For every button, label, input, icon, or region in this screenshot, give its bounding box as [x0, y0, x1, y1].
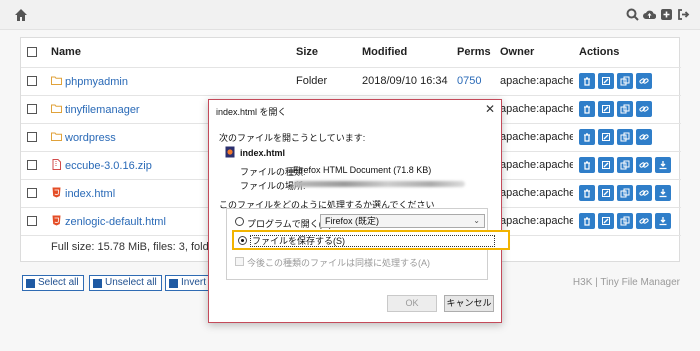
column-header-modified[interactable]: Modified [356, 38, 451, 68]
copy-icon[interactable] [617, 213, 633, 229]
file-name-link[interactable]: phpmyadmin [45, 67, 290, 96]
row-checkbox[interactable] [27, 76, 37, 87]
x-square-icon [93, 278, 102, 288]
unselect-all-button[interactable]: Unselect all [89, 275, 162, 291]
file-source-value-blurred [293, 181, 465, 187]
table-row: phpmyadmin Folder 2018/09/10 16:34 0750 apac… [21, 67, 681, 96]
link-icon[interactable] [636, 73, 652, 89]
copy-icon[interactable] [617, 185, 633, 201]
copy-icon[interactable] [617, 101, 633, 117]
open-with-radio[interactable] [235, 217, 244, 226]
list-icon [169, 278, 178, 288]
dialog-lead-text: 次のファイルを開こうとしています: [219, 133, 366, 143]
column-header-owner[interactable]: Owner [494, 38, 573, 68]
save-file-label[interactable]: ファイルを保存する(S) [250, 235, 495, 247]
select-all-checkbox[interactable] [27, 47, 37, 58]
invert-selection-button[interactable]: Invert [165, 275, 212, 291]
dialog-filename: index.html [240, 148, 286, 158]
rename-icon[interactable] [598, 129, 614, 145]
row-checkbox[interactable] [27, 132, 37, 143]
rename-icon[interactable] [598, 157, 614, 173]
copy-icon[interactable] [617, 129, 633, 145]
save-file-highlight: ファイルを保存する(S) [232, 230, 510, 250]
delete-icon[interactable] [579, 101, 595, 117]
file-owner: apache:apache [494, 67, 573, 96]
file-modified: 2018/09/10 16:34 [356, 67, 451, 96]
row-actions [579, 73, 675, 89]
file-owner: apache:apache [494, 123, 573, 152]
delete-icon[interactable] [579, 185, 595, 201]
rename-icon[interactable] [598, 101, 614, 117]
delete-icon[interactable] [579, 73, 595, 89]
file-owner: apache:apache [494, 95, 573, 124]
footer-credit: H3K | Tiny File Manager [572, 277, 680, 288]
html-file-icon [225, 146, 235, 158]
copy-icon[interactable] [617, 157, 633, 173]
remember-choice-checkbox[interactable] [235, 257, 244, 266]
zip-file-icon [51, 158, 62, 170]
column-header-size[interactable]: Size [290, 38, 356, 68]
column-header-actions: Actions [573, 38, 681, 68]
dialog-title: index.html を開く [216, 107, 287, 117]
save-file-radio[interactable] [238, 236, 247, 245]
download-icon[interactable] [655, 213, 671, 229]
folder-icon [51, 131, 62, 142]
download-icon[interactable] [655, 185, 671, 201]
html-file-icon [51, 187, 62, 198]
top-navbar [0, 0, 700, 30]
row-checkbox[interactable] [27, 104, 37, 115]
row-actions [579, 185, 675, 201]
plus-square-icon[interactable] [660, 8, 673, 21]
rename-icon[interactable] [598, 185, 614, 201]
open-file-dialog: index.html を開く ✕ 次のファイルを開こうとしています: index… [208, 99, 510, 323]
action-group: プログラムで開く(O): Firefox (既定) ⌄ ファイルを保存する(S)… [226, 208, 510, 280]
cancel-button[interactable]: キャンセル [444, 295, 494, 312]
column-header-name[interactable]: Name [45, 38, 290, 68]
row-checkbox[interactable] [27, 216, 37, 227]
download-icon[interactable] [655, 157, 671, 173]
rename-icon[interactable] [598, 213, 614, 229]
folder-icon [51, 103, 62, 114]
file-perms-link[interactable]: 0750 [451, 67, 494, 96]
link-icon[interactable] [636, 213, 652, 229]
row-checkbox[interactable] [27, 160, 37, 171]
file-owner: apache:apache [494, 179, 573, 208]
link-icon[interactable] [636, 157, 652, 173]
row-actions [579, 213, 675, 229]
rename-icon[interactable] [598, 73, 614, 89]
close-icon[interactable]: ✕ [485, 102, 495, 116]
row-actions [579, 129, 675, 145]
delete-icon[interactable] [579, 129, 595, 145]
delete-icon[interactable] [579, 213, 595, 229]
link-icon[interactable] [636, 129, 652, 145]
file-size: Folder [290, 67, 356, 96]
home-icon[interactable] [14, 8, 28, 22]
open-with-select[interactable]: Firefox (既定) ⌄ [320, 214, 485, 228]
table-header-row: Name Size Modified Perms Owner Actions [21, 38, 681, 68]
column-header-perms[interactable]: Perms [451, 38, 494, 68]
chevron-down-icon: ⌄ [473, 216, 480, 225]
html-file-icon [51, 215, 62, 226]
select-all-button[interactable]: Select all [22, 275, 84, 291]
check-square-icon [26, 278, 35, 288]
cloud-upload-icon[interactable] [643, 8, 657, 21]
search-icon[interactable] [626, 8, 639, 21]
link-icon[interactable] [636, 185, 652, 201]
delete-icon[interactable] [579, 157, 595, 173]
row-actions [579, 101, 675, 117]
remember-choice-label[interactable]: 今後この種類のファイルは同様に処理する(A) [247, 256, 430, 269]
row-checkbox[interactable] [27, 188, 37, 199]
row-actions [579, 157, 675, 173]
ok-button[interactable]: OK [387, 295, 437, 312]
file-type-value: Firefox HTML Document (71.8 KB) [293, 165, 432, 175]
sign-out-icon[interactable] [677, 8, 690, 21]
folder-icon [51, 75, 62, 86]
link-icon[interactable] [636, 101, 652, 117]
copy-icon[interactable] [617, 73, 633, 89]
file-owner: apache:apache [494, 151, 573, 180]
